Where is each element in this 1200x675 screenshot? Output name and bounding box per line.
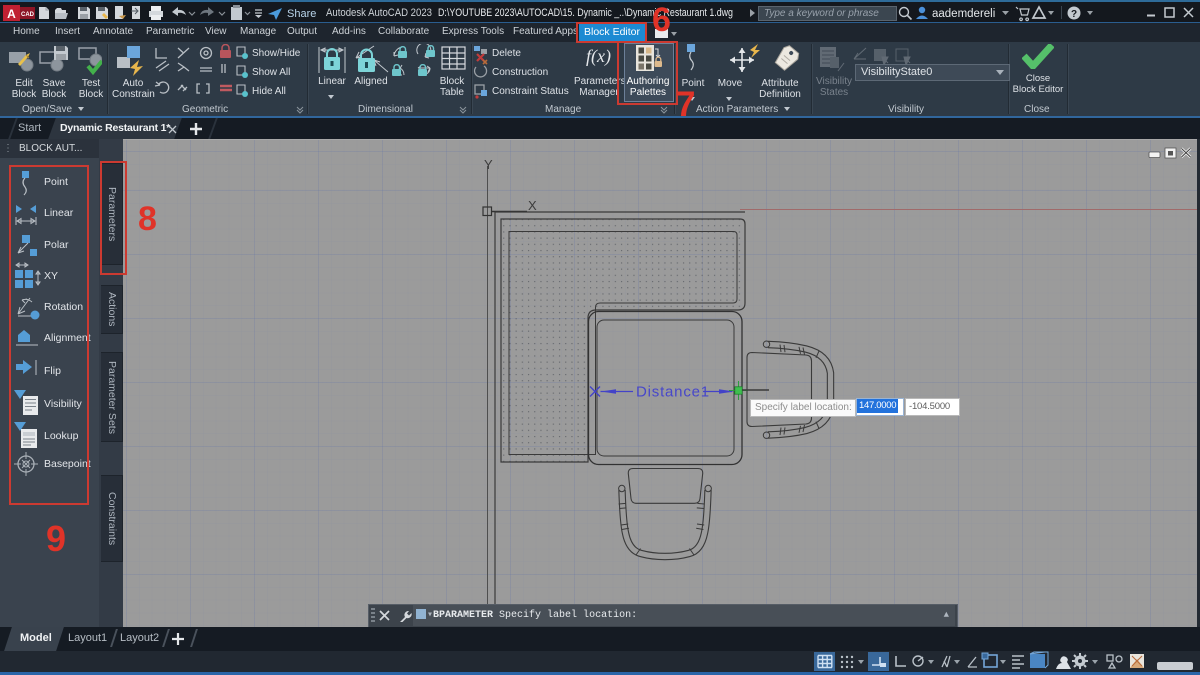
svg-text:Autodesk AutoCAD 2023: Autodesk AutoCAD 2023: [326, 7, 432, 19]
svg-text:X: X: [528, 198, 537, 213]
svg-text:A: A: [7, 7, 16, 21]
svg-text:aademdereli: aademdereli: [932, 8, 995, 20]
svg-text:D:\YOUTUBE 2023\AUTOCAD\15. Dy: D:\YOUTUBE 2023\AUTOCAD\15. Dynamic _..\…: [438, 7, 733, 19]
svg-text:CAD: CAD: [21, 12, 35, 18]
svg-text:Distance1: Distance1: [636, 384, 710, 401]
svg-text:Y: Y: [484, 157, 493, 172]
svg-text:Share: Share: [287, 8, 316, 20]
svg-text:?: ?: [1071, 9, 1077, 20]
